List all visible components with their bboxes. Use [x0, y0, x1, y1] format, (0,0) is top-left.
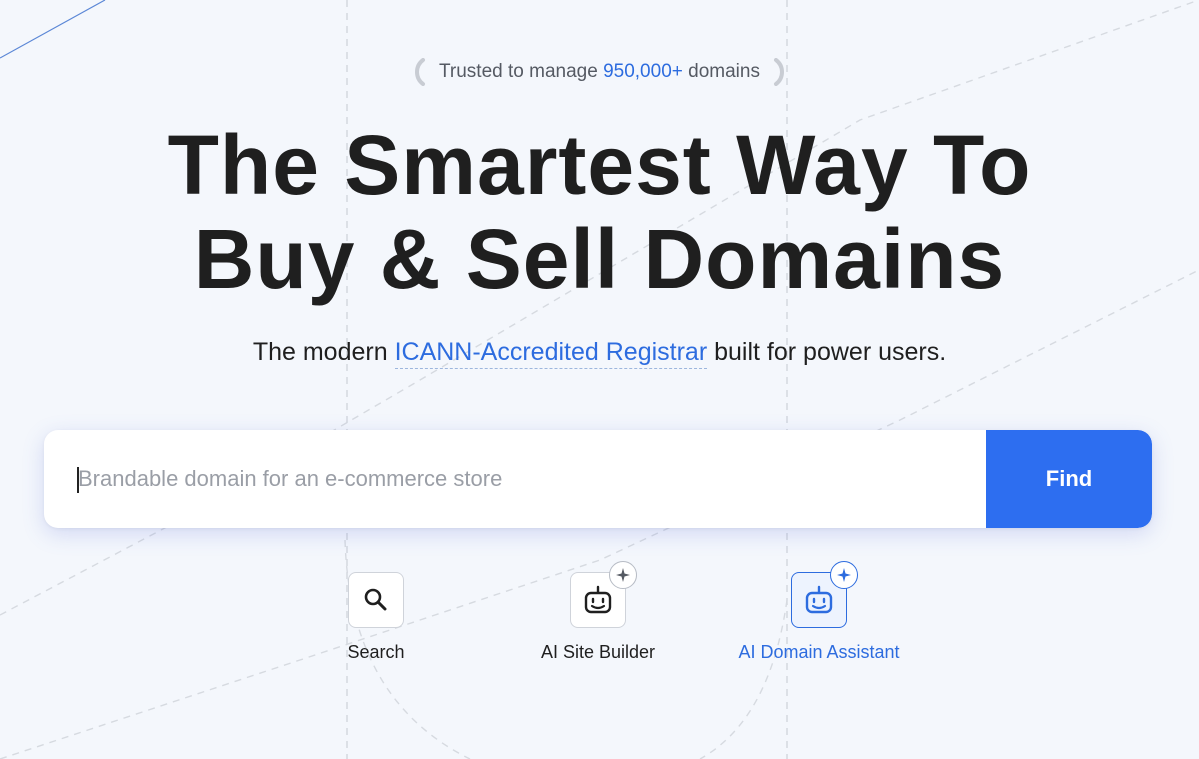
subtitle-suffix: built for power users. [714, 338, 947, 366]
subtitle: The modern ICANN-Accredited Registrar bu… [0, 338, 1199, 369]
mode-ai-site-builder-icon-box [570, 561, 637, 628]
domain-search-bar: Find [44, 430, 1152, 528]
search-mode-selector: Search AI Site Builder AI Domain Assista… [0, 561, 1199, 672]
sparkle-icon [616, 568, 630, 582]
laurel-right-icon [773, 58, 784, 86]
robot-icon [805, 585, 833, 614]
trust-text: Trusted to manage 950,000+ domains [439, 61, 760, 83]
trust-prefix: Trusted to manage [439, 61, 598, 82]
robot-icon [584, 585, 612, 614]
search-icon [364, 588, 387, 611]
find-button[interactable]: Find [986, 430, 1152, 528]
ai-badge [609, 561, 637, 589]
trust-banner: Trusted to manage 950,000+ domains [0, 58, 1199, 86]
mode-ai-domain-assistant[interactable]: AI Domain Assistant [738, 561, 900, 663]
page-title: The Smartest Way To Buy & Sell Domains [0, 118, 1199, 306]
trust-count: 950,000+ [603, 61, 683, 82]
mode-search[interactable]: Search [347, 572, 405, 663]
ai-badge [830, 561, 858, 589]
subtitle-prefix: The modern [252, 338, 388, 366]
sparkle-icon [837, 568, 851, 582]
laurel-left-icon [415, 58, 426, 86]
mode-ai-domain-assistant-label: AI Domain Assistant [738, 642, 900, 662]
title-line-2: Buy & Sell Domains [193, 212, 1006, 306]
text-cursor [77, 467, 79, 493]
icann-registrar-link[interactable]: ICANN-Accredited Registrar [394, 338, 708, 369]
domain-search-input[interactable] [44, 430, 986, 528]
trust-suffix: domains [688, 61, 760, 82]
mode-ai-site-builder[interactable]: AI Site Builder [541, 561, 655, 663]
mode-ai-site-builder-label: AI Site Builder [540, 642, 656, 662]
title-line-1: The Smartest Way To [167, 118, 1032, 212]
mode-search-icon-box [348, 572, 404, 628]
mode-search-label: Search [347, 642, 405, 662]
mode-ai-domain-assistant-icon-box [791, 561, 858, 628]
